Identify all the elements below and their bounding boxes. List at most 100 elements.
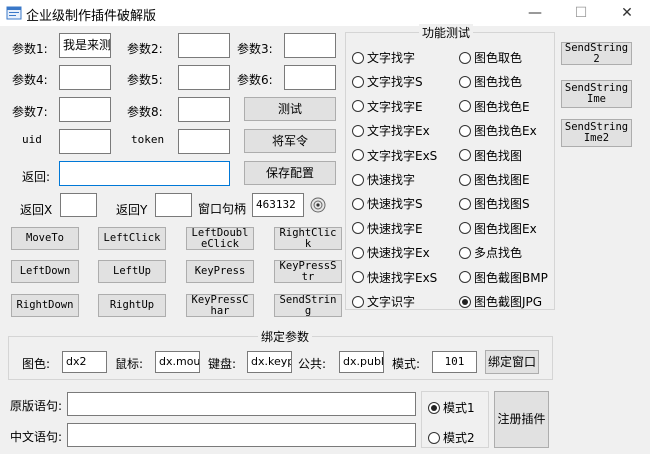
param4-input[interactable] — [59, 65, 111, 90]
func-radio-left-5[interactable]: 快速找字 — [352, 171, 415, 188]
target-picker-icon[interactable] — [310, 197, 326, 213]
func-radio-left-3[interactable]: 文字找字Ex — [352, 122, 430, 139]
keypad-input[interactable]: dx.keyp — [247, 351, 292, 373]
radio-dot[interactable] — [352, 295, 364, 308]
radio-dot[interactable] — [352, 271, 364, 284]
move-to-button[interactable]: MoveTo — [11, 227, 79, 250]
maximize-button[interactable]: ☐ — [558, 0, 604, 26]
hwnd-input[interactable]: 463132 — [252, 193, 304, 217]
func-radio-label: 快速找字S — [367, 197, 423, 212]
func-radio-left-10[interactable]: 文字识字 — [352, 293, 415, 310]
func-radio-left-4[interactable]: 文字找字ExS — [352, 147, 437, 164]
func-radio-label: 图色找图Ex — [474, 221, 537, 236]
radio-dot[interactable] — [459, 100, 471, 113]
func-radio-right-0[interactable]: 图色取色 — [459, 49, 522, 66]
radio-dot[interactable] — [352, 51, 364, 64]
func-radio-right-3[interactable]: 图色找色Ex — [459, 122, 537, 139]
func-radio-left-0[interactable]: 文字找字 — [352, 49, 415, 66]
radio-dot[interactable] — [352, 100, 364, 113]
param3-input[interactable] — [284, 33, 336, 58]
general-button[interactable]: 将军令 — [244, 129, 336, 153]
bind-window-button[interactable]: 绑定窗口 — [485, 350, 539, 374]
func-radio-right-10[interactable]: 图色截图JPG — [459, 293, 542, 310]
mode1-radio[interactable]: 模式1 — [428, 399, 475, 416]
chinese-statement-input[interactable] — [67, 423, 416, 447]
func-radio-right-2[interactable]: 图色找色E — [459, 98, 530, 115]
original-statement-label: 原版语句: — [10, 399, 63, 413]
key-press-str-button[interactable]: KeyPressStr — [274, 260, 342, 283]
send-string-button-2[interactable]: SendStringIme2 — [561, 119, 632, 147]
radio-dot[interactable] — [459, 75, 471, 88]
left-click-button[interactable]: LeftClick — [98, 227, 166, 250]
mode2-radio[interactable]: 模式2 — [428, 429, 475, 446]
display-input[interactable]: dx2 — [62, 351, 107, 373]
radio-dot[interactable] — [459, 246, 471, 259]
token-label: token — [131, 133, 165, 146]
func-radio-right-4[interactable]: 图色找图 — [459, 147, 522, 164]
func-radio-right-6[interactable]: 图色找图S — [459, 195, 530, 212]
mouse-input[interactable]: dx.mous — [155, 351, 200, 373]
key-press-button[interactable]: KeyPress — [186, 260, 254, 283]
radio-dot[interactable] — [459, 271, 471, 284]
return-y-input[interactable] — [155, 193, 192, 217]
return-input[interactable] — [59, 161, 230, 186]
radio-dot[interactable] — [459, 295, 471, 308]
original-statement-input[interactable] — [67, 392, 416, 416]
param8-label: 参数8: — [127, 105, 163, 119]
param2-input[interactable] — [178, 33, 230, 58]
func-radio-left-9[interactable]: 快速找字ExS — [352, 269, 437, 286]
left-down-button[interactable]: LeftDown — [11, 260, 79, 283]
test-button[interactable]: 测试 — [244, 97, 336, 121]
radio-dot[interactable] — [352, 197, 364, 210]
minimize-button[interactable]: — — [512, 0, 558, 26]
radio-dot[interactable] — [352, 75, 364, 88]
param8-input[interactable] — [178, 97, 230, 122]
func-radio-right-9[interactable]: 图色截图BMP — [459, 269, 548, 286]
register-plugin-button[interactable]: 注册插件 — [494, 391, 549, 448]
radio-dot[interactable] — [459, 173, 471, 186]
func-radio-right-8[interactable]: 多点找色 — [459, 244, 522, 261]
left-double-click-button[interactable]: LeftDoubleClick — [186, 227, 254, 250]
radio-dot[interactable] — [352, 222, 364, 235]
func-radio-label: 快速找字ExS — [367, 270, 438, 285]
radio-dot[interactable] — [459, 51, 471, 64]
send-string-button-0[interactable]: SendString2 — [561, 42, 632, 65]
right-up-button[interactable]: RightUp — [98, 294, 166, 317]
func-radio-left-7[interactable]: 快速找字E — [352, 220, 423, 237]
radio-dot[interactable] — [352, 149, 364, 162]
radio-dot[interactable] — [352, 124, 364, 137]
left-up-button[interactable]: LeftUp — [98, 260, 166, 283]
func-radio-left-2[interactable]: 文字找字E — [352, 98, 423, 115]
right-click-button[interactable]: RightClick — [274, 227, 342, 250]
func-radio-left-8[interactable]: 快速找字Ex — [352, 244, 430, 261]
func-radio-right-5[interactable]: 图色找图E — [459, 171, 530, 188]
key-press-char-button[interactable]: KeyPressChar — [186, 294, 254, 317]
mode1-radio-dot[interactable] — [428, 401, 440, 414]
close-button[interactable]: ✕ — [604, 0, 650, 26]
radio-dot[interactable] — [459, 124, 471, 137]
param1-input[interactable]: 我是来测 — [59, 33, 111, 58]
func-radio-left-6[interactable]: 快速找字S — [352, 195, 423, 212]
param6-input[interactable] — [284, 65, 336, 90]
radio-dot[interactable] — [352, 246, 364, 259]
uid-input[interactable] — [59, 129, 111, 154]
radio-dot[interactable] — [459, 149, 471, 162]
func-radio-label: 图色找色E — [474, 99, 530, 114]
send-string-button[interactable]: SendString — [274, 294, 342, 317]
func-radio-right-1[interactable]: 图色找色 — [459, 73, 522, 90]
return-x-input[interactable] — [60, 193, 97, 217]
right-down-button[interactable]: RightDown — [11, 294, 79, 317]
param5-input[interactable] — [178, 65, 230, 90]
radio-dot[interactable] — [459, 222, 471, 235]
radio-dot[interactable] — [352, 173, 364, 186]
func-radio-left-1[interactable]: 文字找字S — [352, 73, 423, 90]
save-config-button[interactable]: 保存配置 — [244, 161, 336, 185]
token-input[interactable] — [178, 129, 230, 154]
mode-input[interactable]: 101 — [432, 351, 477, 373]
public-input[interactable]: dx.publ — [339, 351, 384, 373]
send-string-button-1[interactable]: SendStringIme — [561, 80, 632, 108]
func-radio-right-7[interactable]: 图色找图Ex — [459, 220, 537, 237]
mode2-radio-dot[interactable] — [428, 431, 440, 444]
radio-dot[interactable] — [459, 197, 471, 210]
param7-input[interactable] — [59, 97, 111, 122]
